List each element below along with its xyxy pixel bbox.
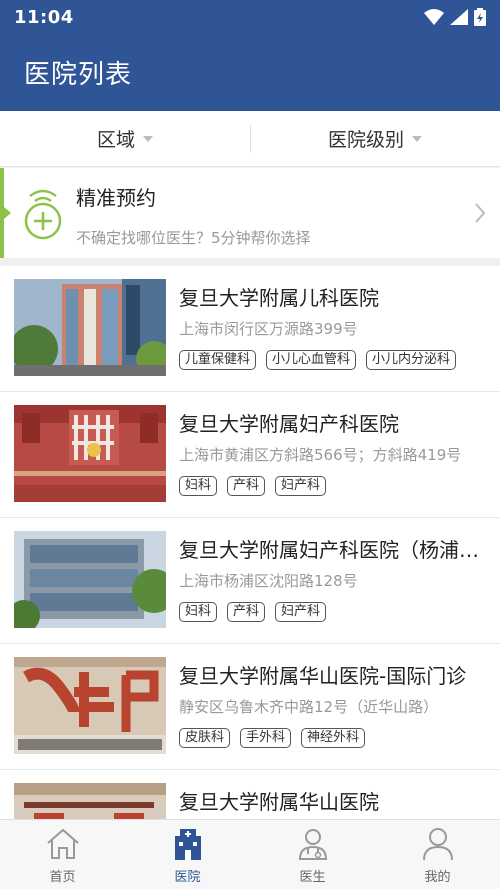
hospital-row[interactable]: 复旦大学附属儿科医院 上海市闵行区万源路399号 儿童保健科 小儿心血管科 小儿… xyxy=(0,266,500,392)
tab-hospital-label: 医院 xyxy=(174,870,201,885)
tab-doctor-label: 医生 xyxy=(299,870,326,885)
filter-level[interactable]: 医院级别 xyxy=(250,111,500,166)
hospital-photo xyxy=(14,405,166,502)
battery-icon xyxy=(474,8,486,26)
status-bar: 11:04 xyxy=(0,0,500,34)
department-tag: 产科 xyxy=(227,476,266,496)
hospital-photo xyxy=(14,783,166,819)
department-tag: 妇科 xyxy=(179,476,218,496)
promo-title: 精准预约 xyxy=(76,186,156,210)
hospital-name: 复旦大学附属华山医院-国际门诊 xyxy=(179,664,467,688)
hospital-list[interactable]: 复旦大学附属儿科医院 上海市闵行区万源路399号 儿童保健科 小儿心血管科 小儿… xyxy=(0,266,500,819)
hospital-name: 复旦大学附属儿科医院 xyxy=(179,286,379,310)
dropdown-triangle-icon xyxy=(412,135,422,142)
department-tags: 妇科 产科 妇产科 xyxy=(179,602,327,622)
department-tag: 小儿心血管科 xyxy=(266,350,357,370)
filter-bar: 区域 医院级别 xyxy=(0,111,500,167)
hospital-photo xyxy=(14,657,166,754)
status-time: 11:04 xyxy=(14,6,74,28)
department-tag: 妇产科 xyxy=(275,476,327,496)
doctor-icon xyxy=(298,829,327,860)
precise-booking-banner[interactable]: 精准预约 不确定找哪位医生？5分钟帮你选择 xyxy=(0,168,500,258)
tab-profile[interactable]: 我的 xyxy=(375,820,500,889)
signal-icon xyxy=(450,9,468,25)
hospital-address: 上海市杨浦区沈阳路128号 xyxy=(179,572,358,590)
department-tags: 儿童保健科 小儿心血管科 小儿内分泌科 xyxy=(179,350,457,370)
department-tag: 妇科 xyxy=(179,602,218,622)
hospital-photo xyxy=(14,531,166,628)
section-divider xyxy=(0,258,500,266)
filter-region[interactable]: 区域 xyxy=(0,111,250,166)
wifi-icon xyxy=(424,9,444,25)
filter-level-label: 医院级别 xyxy=(327,129,404,151)
hospital-row[interactable]: 复旦大学附属妇产科医院 上海市黄浦区方斜路566号；方斜路419号 妇科 产科 … xyxy=(0,392,500,518)
booking-plus-icon xyxy=(24,189,62,240)
department-tag: 儿童保健科 xyxy=(179,350,257,370)
hospital-name: 复旦大学附属妇产科医院（杨浦院区） xyxy=(179,538,489,562)
department-tags: 皮肤科 手外科 神经外科 xyxy=(179,728,366,748)
bottom-tab-bar: 首页 医院 医生 我的 xyxy=(0,819,500,889)
department-tag: 皮肤科 xyxy=(179,728,231,748)
page-title: 医院列表 xyxy=(24,60,133,90)
chevron-right-icon xyxy=(475,203,486,223)
hospital-row[interactable]: 复旦大学附属妇产科医院（杨浦院区） 上海市杨浦区沈阳路128号 妇科 产科 妇产… xyxy=(0,518,500,644)
home-icon xyxy=(46,828,79,859)
filter-region-label: 区域 xyxy=(96,129,135,151)
tab-home-label: 首页 xyxy=(49,870,76,885)
department-tag: 手外科 xyxy=(240,728,292,748)
hospital-row[interactable]: 复旦大学附属华山医院-国际门诊 静安区乌鲁木齐中路12号（近华山路） 皮肤科 手… xyxy=(0,644,500,770)
department-tag: 小儿内分泌科 xyxy=(366,350,457,370)
promo-subtitle: 不确定找哪位医生？5分钟帮你选择 xyxy=(76,229,311,247)
hospital-address: 静安区乌鲁木齐中路12号（近华山路） xyxy=(179,698,439,716)
department-tags: 妇科 产科 妇产科 xyxy=(179,476,327,496)
hospital-name: 复旦大学附属妇产科医院 xyxy=(179,412,399,436)
department-tag: 神经外科 xyxy=(301,728,366,748)
profile-icon xyxy=(422,828,453,861)
hospital-photo xyxy=(14,279,166,376)
tab-doctor[interactable]: 医生 xyxy=(250,820,375,889)
dropdown-triangle-icon xyxy=(143,135,153,142)
hospital-address: 上海市闵行区万源路399号 xyxy=(179,320,358,338)
system-icons xyxy=(424,8,486,26)
hospital-name: 复旦大学附属华山医院 xyxy=(179,790,379,814)
hospital-icon xyxy=(174,829,201,860)
tab-home[interactable]: 首页 xyxy=(0,820,125,889)
accent-notch xyxy=(4,207,11,219)
app-bar: 医院列表 xyxy=(0,34,500,111)
department-tag: 产科 xyxy=(227,602,266,622)
tab-hospital[interactable]: 医院 xyxy=(125,820,250,889)
hospital-address: 上海市黄浦区方斜路566号；方斜路419号 xyxy=(179,446,462,464)
department-tag: 妇产科 xyxy=(275,602,327,622)
tab-profile-label: 我的 xyxy=(424,870,451,885)
hospital-row[interactable]: 复旦大学附属华山医院 xyxy=(0,770,500,819)
